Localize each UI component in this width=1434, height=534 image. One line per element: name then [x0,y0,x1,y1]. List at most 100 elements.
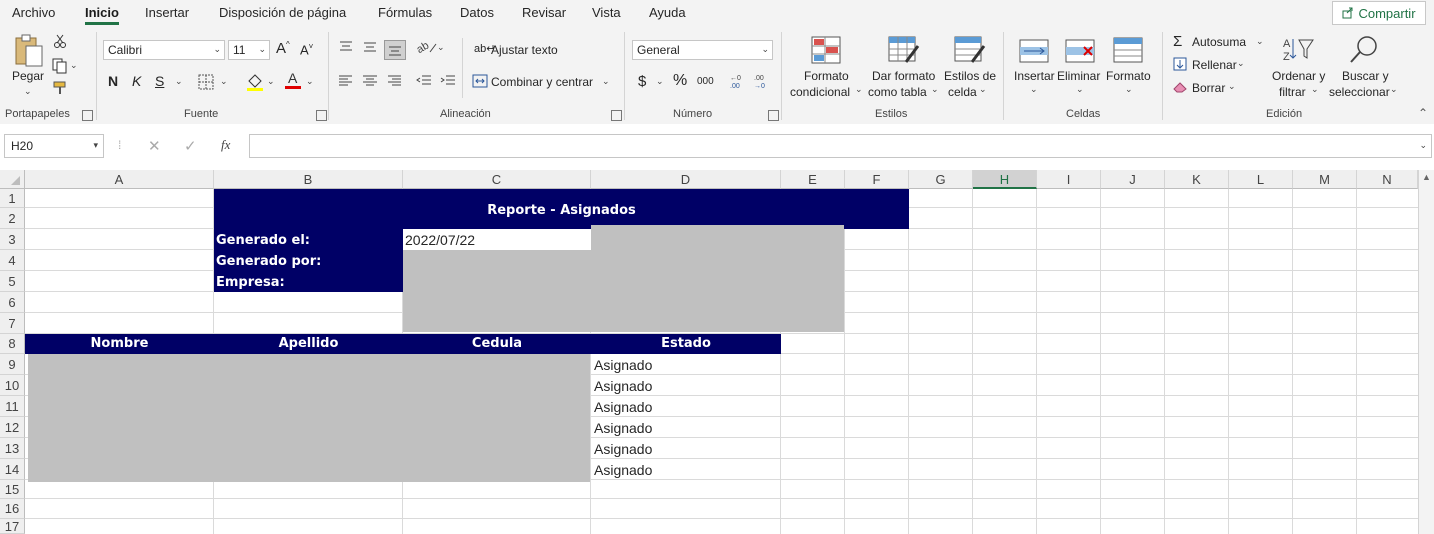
delete-cells-icon[interactable] [1064,38,1096,67]
row-header-16[interactable]: 16 [0,499,25,519]
vertical-scrollbar[interactable]: ▲ [1418,170,1434,534]
collapse-ribbon-icon[interactable]: ⌃ [1418,106,1428,120]
percent-button[interactable]: % [673,72,687,90]
row-header-4[interactable]: 4 [0,250,25,271]
font-name-select[interactable]: Calibri ⌄ [103,40,225,60]
row-header-3[interactable]: 3 [0,229,25,250]
conditional-format-icon[interactable] [811,36,841,67]
thousands-button[interactable]: 000 [697,76,714,87]
align-bottom-icon[interactable] [384,40,406,60]
row-header-13[interactable]: 13 [0,438,25,459]
column-header-a[interactable]: A [25,170,214,189]
paste-label[interactable]: Pegar [12,68,44,84]
chevron-down-icon[interactable]: ⌄ [1390,84,1398,95]
fill-button[interactable]: Rellenar [1192,58,1237,72]
header-apellido[interactable]: Apellido [214,336,403,351]
row-header-2[interactable]: 2 [0,208,25,229]
scroll-up-icon[interactable]: ▲ [1422,172,1431,182]
fill-color-icon[interactable] [246,72,264,95]
estado-cell[interactable]: Asignado [594,378,652,394]
chevron-down-icon[interactable]: ⌄ [220,76,228,87]
launcher-icon[interactable] [82,110,93,121]
currency-button[interactable]: $ [638,73,646,90]
cut-icon[interactable] [53,34,67,51]
insert-cells-icon[interactable] [1018,38,1050,67]
align-right-icon[interactable] [386,74,402,91]
launcher-icon[interactable] [316,110,327,121]
column-header-b[interactable]: B [214,170,403,189]
font-color-icon[interactable]: A [284,70,302,93]
number-format-select[interactable]: General ⌄ [632,40,773,60]
row-header-12[interactable]: 12 [0,417,25,438]
chevron-down-icon[interactable]: ⌄ [70,60,78,71]
chevron-down-icon[interactable]: ⌄ [1125,84,1133,95]
cell-styles-label-2[interactable]: celda [948,84,977,100]
clear-button[interactable]: Borrar [1192,81,1225,95]
launcher-icon[interactable] [611,110,622,121]
sort-filter-label-1[interactable]: Ordenar y [1272,68,1325,84]
row-header-1[interactable]: 1 [0,189,25,208]
column-header-f[interactable]: F [845,170,909,189]
menu-archivo[interactable]: Archivo [12,5,55,20]
orientation-icon[interactable]: ab [415,38,438,57]
decrease-font-icon[interactable]: A˅ [300,42,313,57]
delete-cells-button[interactable]: Eliminar [1057,68,1100,84]
increase-indent-icon[interactable] [440,74,456,91]
copy-icon[interactable] [52,58,68,77]
spreadsheet-grid[interactable]: ABCDEFGHIJKLMN 1 2 3 4 5 6 7 8 9 10 11 12 13 14 15 16 17… [0,170,1434,534]
format-cells-icon[interactable] [1112,36,1144,67]
menu-insertar[interactable]: Insertar [145,5,189,20]
bold-button[interactable]: N [108,73,118,89]
fill-down-icon[interactable] [1173,57,1187,74]
estado-cell[interactable]: Asignado [594,441,652,457]
column-header-c[interactable]: C [403,170,591,189]
estado-cell[interactable]: Asignado [594,357,652,373]
cancel-icon[interactable]: ✕ [148,137,161,155]
chevron-down-icon[interactable]: ⌄ [1311,84,1319,95]
wrap-text-button[interactable]: Ajustar texto [491,43,558,57]
chevron-down-icon[interactable]: ⌄ [1237,58,1245,69]
row-header-6[interactable]: 6 [0,292,25,313]
menu-inicio[interactable]: Inicio [85,5,119,20]
find-select-label-1[interactable]: Buscar y [1342,68,1389,84]
header-estado[interactable]: Estado [591,336,781,351]
increase-font-icon[interactable]: A^ [276,40,290,57]
conditional-format-label-1[interactable]: Formato [804,68,849,84]
format-cells-button[interactable]: Formato [1106,68,1151,84]
chevron-down-icon[interactable]: ⌄ [1228,81,1236,92]
borders-icon[interactable] [198,74,214,93]
column-header-n[interactable]: N [1357,170,1418,189]
menu-vista[interactable]: Vista [592,5,621,20]
format-as-table-icon[interactable] [888,36,920,67]
chevron-down-icon[interactable]: ⌄ [656,76,664,87]
align-middle-icon[interactable] [362,40,378,57]
increase-decimal-icon[interactable]: ←0.00 [728,72,746,93]
menu-datos[interactable]: Datos [460,5,494,20]
chevron-down-icon[interactable]: ⌄ [1030,84,1038,95]
chevron-down-icon[interactable]: ⌄ [931,84,939,95]
autosum-button[interactable]: Autosuma [1192,35,1246,49]
chevron-down-icon[interactable]: ⌄ [855,84,863,95]
format-painter-icon[interactable] [52,80,68,99]
chevron-down-icon[interactable]: ⌄ [1419,140,1427,151]
cell-styles-label-1[interactable]: Estilos de [944,68,996,84]
cell-styles-icon[interactable] [954,36,986,67]
search-icon[interactable] [1347,34,1381,67]
format-as-table-label-2[interactable]: como tabla [868,84,927,100]
column-header-i[interactable]: I [1037,170,1101,189]
insert-cells-button[interactable]: Insertar [1014,68,1055,84]
name-box[interactable]: H20 ▾ [4,134,104,158]
sort-filter-label-2[interactable]: filtrar [1279,84,1306,100]
merge-center-button[interactable]: Combinar y centrar [491,75,593,89]
row-header-8[interactable]: 8 [0,334,25,354]
chevron-down-icon[interactable]: ⌄ [306,76,314,87]
eraser-icon[interactable] [1173,81,1187,96]
row-header-7[interactable]: 7 [0,313,25,334]
underline-button[interactable]: S [155,73,164,89]
menu-revisar[interactable]: Revisar [522,5,566,20]
column-header-g[interactable]: G [909,170,973,189]
row-header-15[interactable]: 15 [0,480,25,499]
column-header-d[interactable]: D [591,170,781,189]
format-as-table-label-1[interactable]: Dar formato [872,68,935,84]
estado-cell[interactable]: Asignado [594,399,652,415]
